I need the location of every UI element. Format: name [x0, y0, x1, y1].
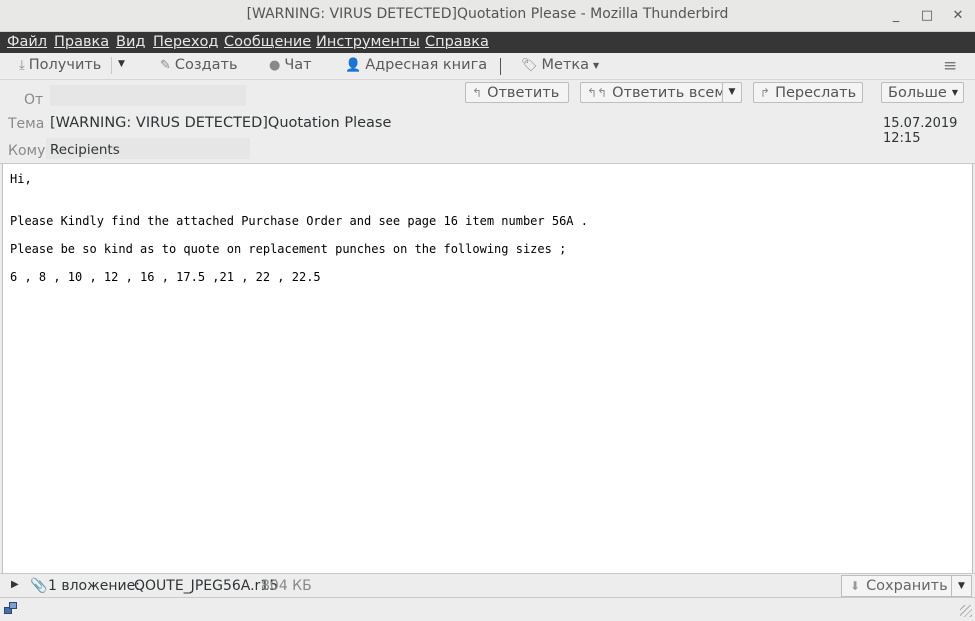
chat-button[interactable]: ● Чат	[269, 57, 312, 73]
attachment-filename[interactable]: QOUTE_JPEG56A.r15	[134, 578, 278, 594]
toolbar-separator	[500, 58, 501, 75]
menu-tools[interactable]: Инструменты	[316, 34, 420, 50]
pencil-icon: ✎	[160, 57, 171, 73]
chevron-down-icon: ▼	[593, 60, 600, 70]
subject-value: [WARNING: VIRUS DETECTED]Quotation Pleas…	[50, 115, 392, 131]
close-button[interactable]: ✕	[948, 6, 968, 26]
menu-edit[interactable]: Правка	[54, 34, 109, 50]
forward-arrow-icon: ↱	[760, 85, 771, 100]
from-label: От	[24, 92, 44, 108]
chevron-down-icon: ▼	[118, 59, 125, 69]
write-label: Создать	[174, 57, 238, 73]
get-messages-button[interactable]: ⤓ Получить	[19, 57, 101, 73]
menu-help[interactable]: Справка	[425, 34, 489, 50]
person-icon: 👤	[345, 57, 362, 73]
address-book-button[interactable]: 👤 Адресная книга	[345, 57, 487, 73]
chat-bubbles-icon: ●	[269, 57, 281, 73]
reply-all-arrow-icon: ↰↰	[587, 85, 608, 100]
from-value-redacted[interactable]	[50, 85, 246, 106]
minimize-button[interactable]: _	[886, 6, 906, 26]
paperclip-icon: 📎	[30, 578, 48, 594]
attachment-size: 804 КБ	[261, 578, 312, 594]
menu-go[interactable]: Переход	[153, 34, 218, 50]
hamburger-icon: ≡	[943, 56, 958, 76]
reply-button[interactable]: ↰ Ответить	[465, 82, 569, 103]
tag-label: Метка	[541, 57, 590, 73]
more-label: Больше	[888, 84, 947, 101]
get-messages-sep	[111, 57, 112, 74]
body-line: Please be so kind as to quote on replace…	[10, 242, 567, 256]
attachment-bar: ▶ 📎 1 вложение: QOUTE_JPEG56A.r15 804 КБ…	[0, 573, 975, 598]
chevron-down-icon: ▼	[728, 87, 736, 97]
window-titlebar: [WARNING: VIRUS DETECTED]Quotation Pleas…	[0, 0, 975, 32]
address-book-label: Адресная книга	[365, 57, 488, 73]
triangle-right-icon: ▶	[11, 579, 19, 590]
chevron-down-icon: ▼	[951, 88, 958, 97]
reply-all-dropdown[interactable]: ▼	[722, 82, 742, 103]
tag-button[interactable]: 🏷 Метка ▼	[521, 57, 599, 73]
save-attachment-button[interactable]: ⬇ Сохранить	[841, 575, 952, 597]
expand-attachments-toggle[interactable]: ▶	[11, 579, 19, 590]
save-attachment-dropdown[interactable]: ▼	[951, 575, 972, 597]
body-line: Hi,	[10, 172, 32, 186]
forward-label: Переслать	[775, 84, 857, 101]
resize-grip-icon[interactable]	[960, 605, 972, 617]
body-line: Please Kindly find the attached Purchase…	[10, 214, 588, 228]
download-arrow-icon: ⤓	[19, 57, 25, 73]
menu-message[interactable]: Сообщение	[224, 34, 311, 50]
maximize-button[interactable]: □	[917, 6, 937, 26]
app-menu-button[interactable]: ≡	[943, 56, 957, 76]
to-value[interactable]: Recipients	[50, 142, 120, 158]
reply-all-button[interactable]: ↰↰ Ответить всем	[580, 82, 726, 103]
chevron-down-icon: ▼	[958, 581, 965, 591]
menubar: Файл Правка Вид Переход Сообщение Инстру…	[0, 32, 975, 53]
main-toolbar: ⤓ Получить ▼ ✎ Создать ● Чат 👤 Адресная …	[0, 53, 975, 80]
status-bar	[0, 598, 975, 621]
get-messages-dropdown[interactable]: ▼	[118, 59, 125, 69]
forward-button[interactable]: ↱ Переслать	[753, 82, 863, 103]
menu-view[interactable]: Вид	[116, 34, 145, 50]
window-title: [WARNING: VIRUS DETECTED]Quotation Pleas…	[246, 6, 729, 22]
message-body[interactable]: Hi, Please Kindly find the attached Purc…	[2, 164, 973, 573]
get-messages-label: Получить	[28, 57, 102, 73]
body-line: 6 , 8 , 10 , 12 , 16 , 17.5 ,21 , 22 , 2…	[10, 270, 321, 284]
reply-all-label: Ответить всем	[612, 84, 726, 101]
reply-label: Ответить	[487, 84, 560, 101]
chat-label: Чат	[284, 57, 312, 73]
online-status-icon[interactable]	[4, 602, 18, 615]
to-label: Кому	[8, 143, 46, 159]
download-arrow-icon: ⬇	[850, 579, 861, 593]
subject-label: Тема	[8, 116, 45, 132]
menu-file[interactable]: Файл	[7, 34, 47, 50]
attachment-count: 1 вложение:	[48, 578, 140, 594]
message-header: От ↰ Ответить ↰↰ Ответить всем ▼ ↱ Перес…	[0, 80, 975, 164]
tag-icon: 🏷	[521, 57, 538, 73]
more-button[interactable]: Больше ▼	[881, 82, 964, 103]
reply-arrow-icon: ↰	[472, 85, 483, 100]
write-button[interactable]: ✎ Создать	[160, 57, 238, 73]
message-date: 15.07.2019 12:15	[883, 116, 958, 146]
save-label: Сохранить	[866, 578, 948, 594]
